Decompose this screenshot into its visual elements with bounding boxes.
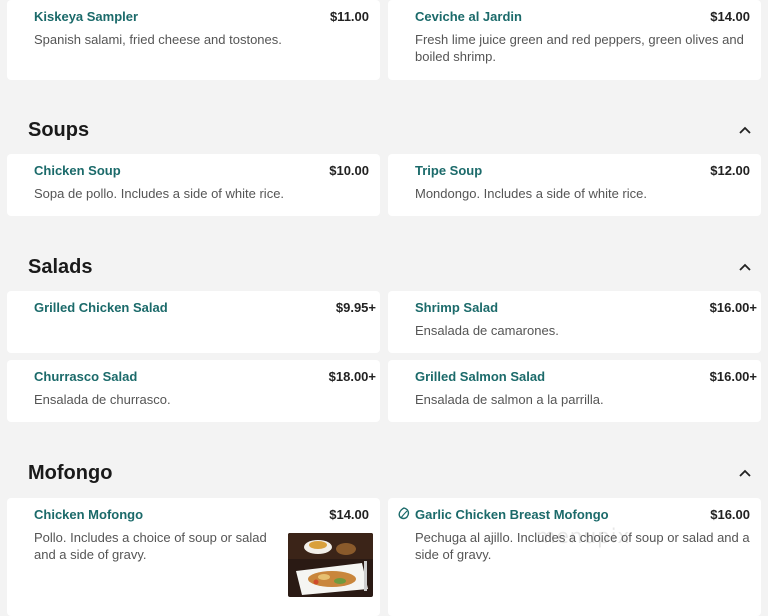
item-name: Chicken Soup bbox=[34, 163, 121, 178]
chevron-up-icon[interactable] bbox=[737, 123, 753, 139]
menu-item-ceviche-al-jardin[interactable]: Ceviche al Jardin $14.00 Fresh lime juic… bbox=[388, 0, 761, 80]
item-name: Tripe Soup bbox=[415, 163, 483, 178]
section-title-mofongo: Mofongo bbox=[28, 462, 113, 484]
item-name: Kiskeya Sampler bbox=[34, 9, 139, 24]
chevron-up-icon[interactable] bbox=[737, 466, 753, 482]
item-description: Ensalada de camarones. bbox=[415, 323, 559, 338]
item-price: $12.00 bbox=[710, 163, 750, 178]
item-price: $16.00+ bbox=[709, 369, 757, 384]
menu-item-shrimp-salad[interactable]: Shrimp Salad $16.00+ Ensalada de camaron… bbox=[388, 291, 761, 353]
item-price: $14.00 bbox=[710, 9, 750, 24]
item-price: $11.00 bbox=[329, 9, 369, 24]
item-name: Grilled Chicken Salad bbox=[34, 300, 168, 315]
chevron-up-icon[interactable] bbox=[737, 260, 753, 276]
section-title-salads: Salads bbox=[28, 256, 93, 278]
item-price: $16.00 bbox=[710, 507, 750, 522]
menu-item-grilled-salmon-salad[interactable]: Grilled Salmon Salad $16.00+ Ensalada de… bbox=[388, 360, 761, 422]
item-name: Grilled Salmon Salad bbox=[415, 369, 546, 384]
dish-photo[interactable] bbox=[288, 533, 373, 597]
item-description: Spanish salami, fried cheese and tostone… bbox=[34, 32, 282, 47]
section-title-soups: Soups bbox=[28, 119, 90, 141]
item-name: Shrimp Salad bbox=[415, 300, 499, 315]
item-name: Ceviche al Jardin bbox=[415, 9, 522, 24]
item-price: $18.00+ bbox=[328, 369, 376, 384]
item-price: $9.95+ bbox=[335, 300, 376, 315]
item-name: Churrasco Salad bbox=[34, 369, 138, 384]
menu-item-chicken-soup[interactable]: Chicken Soup $10.00 Sopa de pollo. Inclu… bbox=[7, 154, 380, 216]
menu-item-chicken-mofongo[interactable]: Chicken Mofongo $14.00 Pollo. Includes a… bbox=[7, 498, 380, 616]
item-name: Chicken Mofongo bbox=[34, 507, 144, 522]
item-description: Sopa de pollo. Includes a side of white … bbox=[34, 186, 285, 201]
menu-item-grilled-chicken-salad[interactable]: Grilled Chicken Salad $9.95+ bbox=[7, 291, 380, 353]
item-price: $10.00 bbox=[329, 163, 369, 178]
item-name: Garlic Chicken Breast Mofongo bbox=[415, 507, 609, 522]
item-description: Mondongo. Includes a side of white rice. bbox=[415, 186, 647, 201]
item-description: Fresh lime juice green and red peppers, … bbox=[415, 32, 744, 64]
item-price: $16.00+ bbox=[709, 300, 757, 315]
item-description: Pollo. Includes a choice of soup or sala… bbox=[34, 530, 267, 562]
menu-item-tripe-soup[interactable]: Tripe Soup $12.00 Mondongo. Includes a s… bbox=[388, 154, 761, 216]
menu-item-garlic-chicken-breast-mofongo[interactable]: Garlic Chicken Breast Mofongo $16.00 Pec… bbox=[388, 498, 761, 616]
menu-item-kiskeya-sampler[interactable]: Kiskeya Sampler $11.00 Spanish salami, f… bbox=[7, 0, 380, 80]
item-description: Ensalada de churrasco. bbox=[34, 392, 171, 407]
watermark: menupix bbox=[536, 524, 631, 548]
item-price: $14.00 bbox=[329, 507, 369, 522]
leaf-icon bbox=[398, 507, 410, 520]
menu-item-churrasco-salad[interactable]: Churrasco Salad $18.00+ Ensalada de chur… bbox=[7, 360, 380, 422]
item-description: Ensalada de salmon a la parrilla. bbox=[415, 392, 604, 407]
